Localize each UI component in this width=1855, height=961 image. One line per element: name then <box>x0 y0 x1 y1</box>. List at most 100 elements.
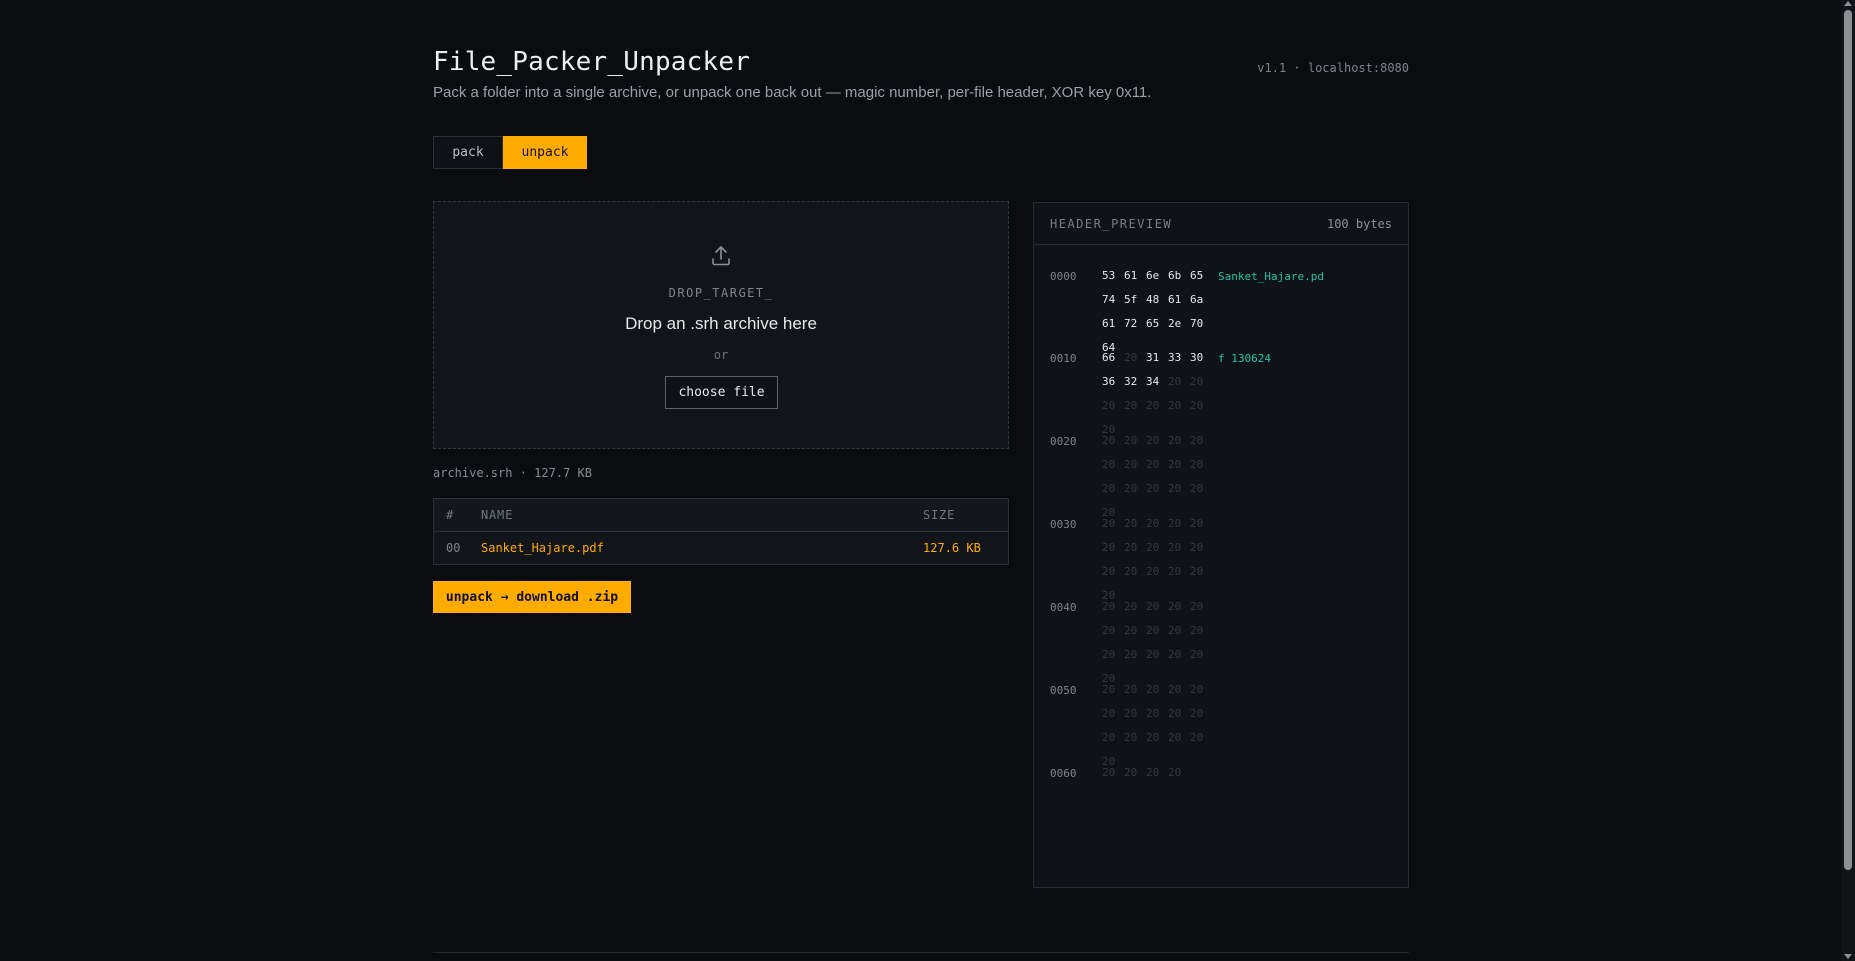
hex-byte: 20 <box>1146 434 1160 447</box>
hex-byte: 34 <box>1146 375 1160 388</box>
drop-target-label: DROP_TARGET_ <box>668 286 774 300</box>
hex-offset: 0040 <box>1050 601 1077 614</box>
hex-byte: 53 <box>1102 269 1116 282</box>
hex-byte: 20 <box>1190 648 1204 661</box>
row-number: 00 <box>446 541 461 555</box>
header-preview-panel: HEADER_PREVIEW 100 bytes 0000 53 61 6e 6b 65 7… <box>1033 202 1409 888</box>
hex-byte: 31 <box>1146 351 1160 364</box>
choose-file-button[interactable]: choose file <box>665 376 778 409</box>
hex-byte: 5f <box>1124 293 1138 306</box>
hex-byte: 20 <box>1190 434 1204 447</box>
hex-byte: 20 <box>1146 766 1160 779</box>
hex-byte: 30 <box>1190 351 1204 364</box>
hex-byte: 20 <box>1168 458 1182 471</box>
hex-byte: 20 <box>1102 731 1116 744</box>
hex-byte: 20 <box>1146 565 1160 578</box>
hex-byte: 20 <box>1124 731 1138 744</box>
version-label: v1.1 · localhost:8080 <box>1257 61 1409 75</box>
hex-byte: 20 <box>1124 766 1138 779</box>
hex-offset: 0060 <box>1050 767 1077 780</box>
hex-byte: 2e <box>1168 317 1182 330</box>
drop-zone[interactable]: DROP_TARGET_ Drop an .srh archive here o… <box>433 201 1009 449</box>
hex-offset: 0020 <box>1050 435 1077 448</box>
hex-byte: 20 <box>1124 458 1138 471</box>
hex-byte: 20 <box>1168 766 1182 779</box>
drop-or-label: or <box>713 348 729 362</box>
header-preview-header: HEADER_PREVIEW 100 bytes <box>1034 203 1408 245</box>
hex-byte: 20 <box>1124 624 1138 637</box>
hex-byte: 20 <box>1168 624 1182 637</box>
hex-byte: 20 <box>1124 482 1138 495</box>
hex-byte: 20 <box>1102 624 1116 637</box>
hex-byte: 20 <box>1102 600 1116 613</box>
footer-divider <box>433 952 1409 953</box>
hex-byte: 20 <box>1146 600 1160 613</box>
hex-byte: 20 <box>1190 683 1204 696</box>
row-file-name: Sanket_Hajare.pdf <box>481 541 604 555</box>
hex-byte: 6b <box>1168 269 1182 282</box>
app-container: File_Packer_Unpacker Pack a folder into … <box>433 0 1409 961</box>
hex-byte: 20 <box>1102 648 1116 661</box>
hex-byte: 20 <box>1168 517 1182 530</box>
hex-byte: 20 <box>1124 683 1138 696</box>
hex-bytes: 20 20 20 20 2020 20 20 20 2020 20 20 20 2020 <box>1102 429 1212 525</box>
scroll-down-arrow-icon[interactable] <box>1844 954 1852 959</box>
hex-byte: 20 <box>1124 565 1138 578</box>
hex-byte: 72 <box>1124 317 1138 330</box>
hex-ascii: f 130624 <box>1218 352 1271 365</box>
hex-byte: 20 <box>1102 517 1116 530</box>
hex-byte: 20 <box>1190 458 1204 471</box>
hex-byte: 20 <box>1102 541 1116 554</box>
mode-tabs: pack unpack <box>433 136 587 169</box>
hex-byte: 20 <box>1146 731 1160 744</box>
hex-byte: 20 <box>1190 731 1204 744</box>
hex-byte: 20 <box>1146 482 1160 495</box>
hex-byte: 20 <box>1102 399 1116 412</box>
hex-byte: 20 <box>1102 458 1116 471</box>
hex-offset: 0050 <box>1050 684 1077 697</box>
hex-byte: 20 <box>1102 707 1116 720</box>
hex-byte: 70 <box>1190 317 1204 330</box>
hex-byte: 36 <box>1102 375 1116 388</box>
hex-offset: 0010 <box>1050 352 1077 365</box>
page-scrollbar[interactable] <box>1841 0 1855 961</box>
drop-instruction: Drop an .srh archive here <box>625 314 817 333</box>
column-header-size: SIZE <box>923 508 956 522</box>
hex-byte: 20 <box>1102 565 1116 578</box>
hex-byte: 20 <box>1124 517 1138 530</box>
column-header-name: NAME <box>481 508 514 522</box>
upload-icon <box>712 246 730 266</box>
hex-byte: 20 <box>1190 624 1204 637</box>
tab-unpack[interactable]: unpack <box>503 136 587 169</box>
hex-byte: 20 <box>1190 600 1204 613</box>
unpack-download-button[interactable]: unpack → download .zip <box>433 581 631 613</box>
hex-byte: 20 <box>1146 458 1160 471</box>
hex-byte: 20 <box>1168 482 1182 495</box>
scroll-thumb[interactable] <box>1844 10 1852 870</box>
hex-byte: 20 <box>1168 399 1182 412</box>
row-file-size: 127.6 KB <box>923 541 981 555</box>
hex-byte: 20 <box>1168 648 1182 661</box>
hex-byte: 20 <box>1102 482 1116 495</box>
scroll-up-arrow-icon[interactable] <box>1844 1 1852 6</box>
hex-byte: 20 <box>1124 707 1138 720</box>
hex-byte: 48 <box>1146 293 1160 306</box>
hex-byte: 20 <box>1168 731 1182 744</box>
tab-pack[interactable]: pack <box>433 136 503 169</box>
page-title: File_Packer_Unpacker <box>433 47 751 77</box>
hex-byte: 20 <box>1146 541 1160 554</box>
hex-byte: 20 <box>1190 565 1204 578</box>
header-preview-title: HEADER_PREVIEW <box>1050 216 1173 231</box>
page-subtitle: Pack a folder into a single archive, or … <box>433 84 1152 101</box>
hex-byte: 6e <box>1146 269 1160 282</box>
hex-byte: 66 <box>1102 351 1116 364</box>
hex-byte: 20 <box>1146 707 1160 720</box>
table-header: # NAME SIZE <box>434 499 1008 532</box>
hex-byte: 20 <box>1168 434 1182 447</box>
table-row: 00 Sanket_Hajare.pdf 127.6 KB <box>434 532 1008 564</box>
byte-count: 100 bytes <box>1326 216 1392 231</box>
file-table: # NAME SIZE 00 Sanket_Hajare.pdf 127.6 K… <box>433 498 1009 565</box>
hex-byte: 20 <box>1102 683 1116 696</box>
hex-byte: 20 <box>1190 707 1204 720</box>
hex-byte: 20 <box>1146 683 1160 696</box>
